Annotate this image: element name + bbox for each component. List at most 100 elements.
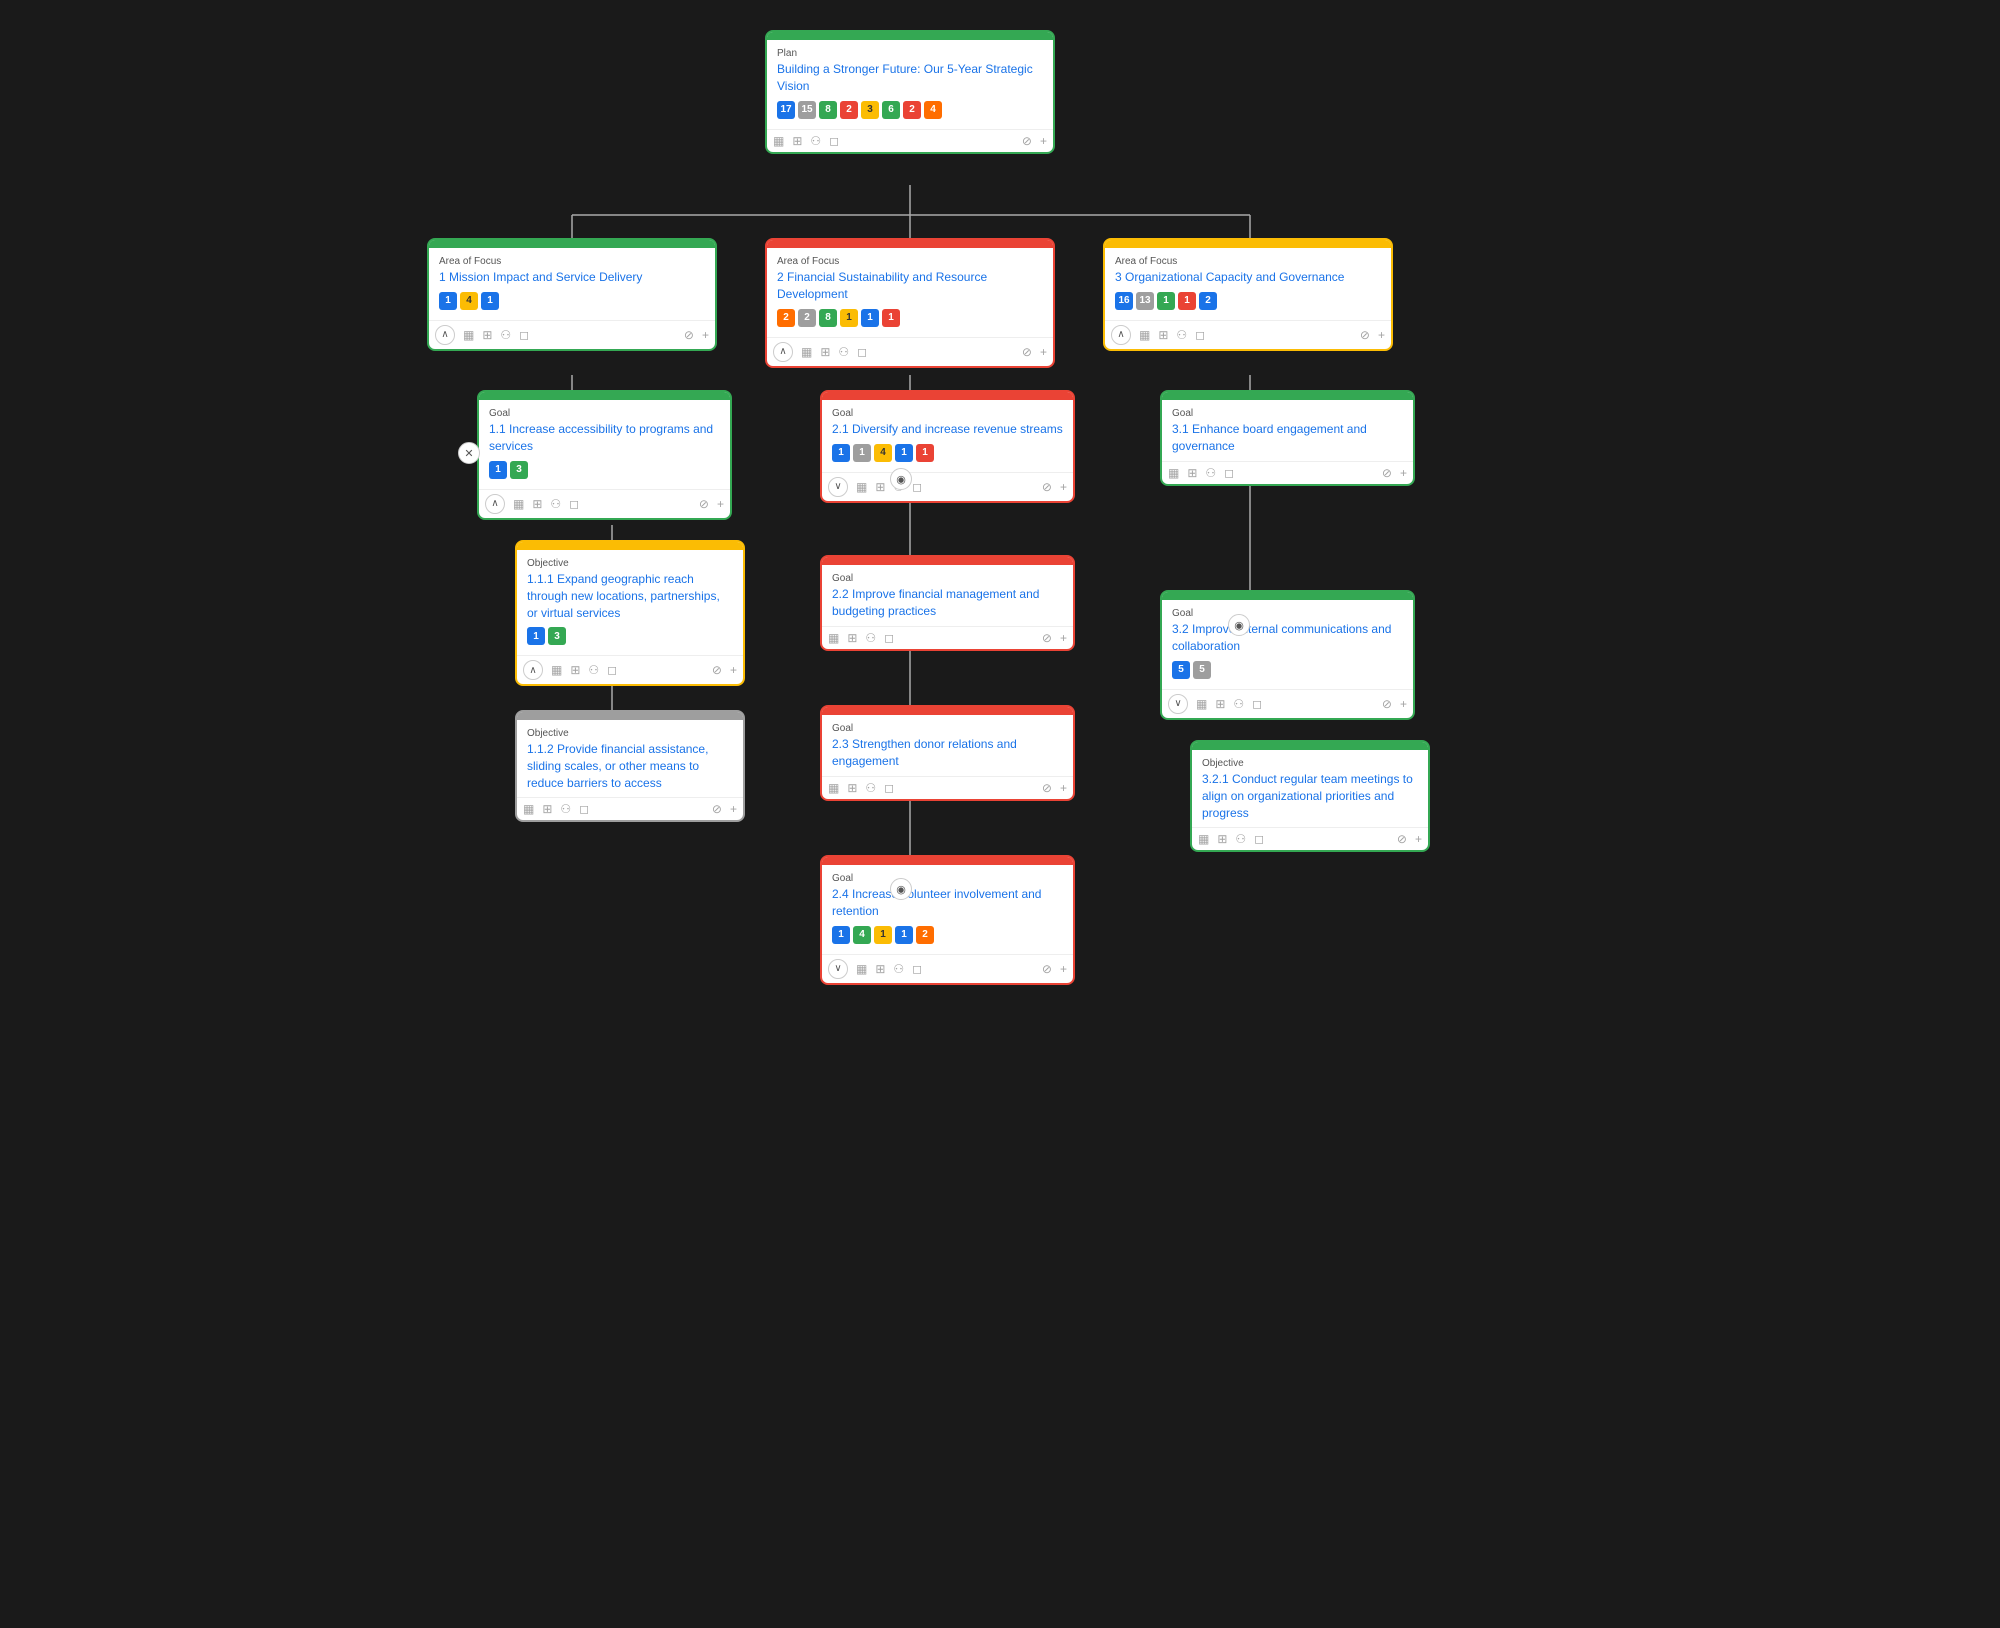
chart-icon[interactable]: ▦: [773, 134, 784, 148]
link-icon[interactable]: ⊘: [1382, 697, 1392, 711]
area1-collapse[interactable]: ∧: [435, 325, 455, 345]
link-icon[interactable]: ⊘: [712, 663, 722, 677]
add-icon[interactable]: +: [1400, 697, 1407, 711]
people-icon[interactable]: ⚇: [865, 631, 876, 645]
add-icon[interactable]: +: [1040, 134, 1047, 148]
people-icon[interactable]: ⚇: [865, 781, 876, 795]
add-icon[interactable]: +: [730, 663, 737, 677]
chat-icon[interactable]: ◻: [884, 781, 894, 795]
people-icon[interactable]: ⚇: [500, 328, 511, 342]
calendar-icon[interactable]: ⊞: [542, 802, 552, 816]
people-icon[interactable]: ⚇: [1235, 832, 1246, 846]
people-icon[interactable]: ⚇: [560, 802, 571, 816]
chat-icon[interactable]: ◻: [912, 962, 922, 976]
area2-expand-circle[interactable]: ◉: [890, 468, 912, 490]
people-icon[interactable]: ⚇: [1176, 328, 1187, 342]
chat-icon[interactable]: ◻: [519, 328, 529, 342]
chart-icon[interactable]: ▦: [1139, 328, 1150, 342]
obj111-collapse[interactable]: ∧: [523, 660, 543, 680]
link-icon[interactable]: ⊘: [1042, 781, 1052, 795]
add-icon[interactable]: +: [1378, 328, 1385, 342]
calendar-icon[interactable]: ⊞: [532, 497, 542, 511]
people-icon[interactable]: ⚇: [550, 497, 561, 511]
link-icon[interactable]: ⊘: [1042, 480, 1052, 494]
add-icon[interactable]: +: [717, 497, 724, 511]
calendar-icon[interactable]: ⊞: [792, 134, 802, 148]
chart-icon[interactable]: ▦: [801, 345, 812, 359]
calendar-icon[interactable]: ⊞: [1158, 328, 1168, 342]
chat-icon[interactable]: ◻: [1254, 832, 1264, 846]
chart-icon[interactable]: ▦: [1198, 832, 1209, 846]
chat-icon[interactable]: ◻: [1252, 697, 1262, 711]
obj112-card: Objective 1.1.2 Provide financial assist…: [515, 710, 745, 822]
calendar-icon[interactable]: ⊞: [847, 631, 857, 645]
link-icon[interactable]: ⊘: [1397, 832, 1407, 846]
goal21-expand[interactable]: ∨: [828, 477, 848, 497]
chart-icon[interactable]: ▦: [523, 802, 534, 816]
add-icon[interactable]: +: [1060, 631, 1067, 645]
add-icon[interactable]: +: [1060, 480, 1067, 494]
area2-badges: 2 2 8 1 1 1: [777, 309, 1043, 327]
area1-expand-circle[interactable]: ✕: [458, 442, 480, 464]
chat-icon[interactable]: ◻: [1195, 328, 1205, 342]
people-icon[interactable]: ⚇: [588, 663, 599, 677]
calendar-icon[interactable]: ⊞: [570, 663, 580, 677]
chat-icon[interactable]: ◻: [857, 345, 867, 359]
link-icon[interactable]: ⊘: [1022, 134, 1032, 148]
area2-collapse[interactable]: ∧: [773, 342, 793, 362]
link-icon[interactable]: ⊘: [1360, 328, 1370, 342]
chat-icon[interactable]: ◻: [579, 802, 589, 816]
calendar-icon[interactable]: ⊞: [820, 345, 830, 359]
calendar-icon[interactable]: ⊞: [482, 328, 492, 342]
chart-icon[interactable]: ▦: [856, 480, 867, 494]
goal21-badge3: 4: [874, 444, 892, 462]
chart-icon[interactable]: ▦: [463, 328, 474, 342]
add-icon[interactable]: +: [1060, 962, 1067, 976]
link-icon[interactable]: ⊘: [1382, 466, 1392, 480]
add-icon[interactable]: +: [730, 802, 737, 816]
chart-icon[interactable]: ▦: [856, 962, 867, 976]
link-icon[interactable]: ⊘: [684, 328, 694, 342]
people-icon[interactable]: ⚇: [893, 962, 904, 976]
goal24-expand-circle[interactable]: ◉: [890, 878, 912, 900]
chart-icon[interactable]: ▦: [828, 781, 839, 795]
add-icon[interactable]: +: [1060, 781, 1067, 795]
link-icon[interactable]: ⊘: [712, 802, 722, 816]
add-icon[interactable]: +: [702, 328, 709, 342]
people-icon[interactable]: ⚇: [810, 134, 821, 148]
link-icon[interactable]: ⊘: [1042, 962, 1052, 976]
link-icon[interactable]: ⊘: [1022, 345, 1032, 359]
chart-icon[interactable]: ▦: [828, 631, 839, 645]
chart-icon[interactable]: ▦: [1196, 697, 1207, 711]
people-icon[interactable]: ⚇: [1205, 466, 1216, 480]
calendar-icon[interactable]: ⊞: [1215, 697, 1225, 711]
chat-icon[interactable]: ◻: [912, 480, 922, 494]
calendar-icon[interactable]: ⊞: [875, 962, 885, 976]
goal24-expand[interactable]: ∨: [828, 959, 848, 979]
chat-icon[interactable]: ◻: [884, 631, 894, 645]
add-icon[interactable]: +: [1415, 832, 1422, 846]
calendar-icon[interactable]: ⊞: [1187, 466, 1197, 480]
chat-icon[interactable]: ◻: [1224, 466, 1234, 480]
add-icon[interactable]: +: [1040, 345, 1047, 359]
goal11-collapse[interactable]: ∧: [485, 494, 505, 514]
chat-icon[interactable]: ◻: [607, 663, 617, 677]
calendar-icon[interactable]: ⊞: [875, 480, 885, 494]
add-icon[interactable]: +: [1400, 466, 1407, 480]
people-icon[interactable]: ⚇: [838, 345, 849, 359]
chat-icon[interactable]: ◻: [569, 497, 579, 511]
calendar-icon[interactable]: ⊞: [847, 781, 857, 795]
chart-icon[interactable]: ▦: [513, 497, 524, 511]
chart-icon[interactable]: ▦: [551, 663, 562, 677]
link-icon[interactable]: ⊘: [699, 497, 709, 511]
link-icon[interactable]: ⊘: [1042, 631, 1052, 645]
chart-icon[interactable]: ▦: [1168, 466, 1179, 480]
calendar-icon[interactable]: ⊞: [1217, 832, 1227, 846]
area3-expand-circle[interactable]: ◉: [1228, 614, 1250, 636]
goal32-expand[interactable]: ∨: [1168, 694, 1188, 714]
people-icon[interactable]: ⚇: [1233, 697, 1244, 711]
chat-icon[interactable]: ◻: [829, 134, 839, 148]
area1-type: Area of Focus: [439, 256, 705, 267]
badge-2a: 2: [840, 101, 858, 119]
area3-collapse[interactable]: ∧: [1111, 325, 1131, 345]
